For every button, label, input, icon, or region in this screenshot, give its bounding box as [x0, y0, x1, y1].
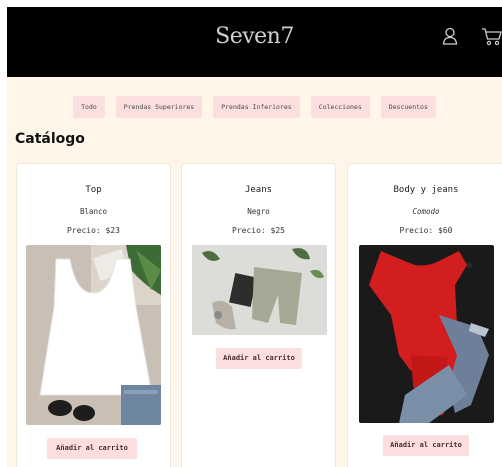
- user-icon[interactable]: [442, 27, 458, 49]
- product-name: Top: [85, 185, 102, 195]
- page-title: Catálogo: [15, 131, 85, 147]
- site-logo[interactable]: Seven7: [7, 24, 502, 49]
- add-to-cart-button[interactable]: Añadir al carrito: [383, 435, 469, 456]
- add-to-cart-button[interactable]: Añadir al carrito: [216, 348, 302, 369]
- product-card-jeans: Jeans Negro Precio: $25 Añadir al carrit…: [181, 163, 336, 467]
- product-image-jeans: [192, 245, 327, 335]
- product-name: Body y jeans: [393, 185, 459, 195]
- product-card-body-y-jeans: Body y jeans Comodo Precio: $60 Añadir a…: [347, 163, 502, 467]
- nav-item-prendas-superiores[interactable]: Prendas Superiores: [115, 96, 203, 118]
- site-header: Seven7: [7, 7, 502, 77]
- product-price: Precio: $23: [67, 226, 120, 235]
- product-color: Comodo: [412, 207, 440, 216]
- nav-item-colecciones[interactable]: Colecciones: [310, 96, 370, 118]
- product-name: Jeans: [244, 185, 273, 195]
- category-nav: Todo Prendas Superiores Prendas Inferior…: [7, 96, 502, 118]
- product-image-top: [26, 245, 161, 425]
- nav-item-todo[interactable]: Todo: [73, 96, 105, 118]
- product-image-body-y-jeans: [359, 245, 494, 423]
- product-price: Precio: $25: [232, 226, 285, 235]
- nav-item-prendas-inferiores[interactable]: Prendas Inferiores: [213, 96, 300, 118]
- nav-item-descuentos[interactable]: Descuentos: [380, 96, 436, 118]
- add-to-cart-button[interactable]: Añadir al carrito: [47, 438, 137, 459]
- product-color: Blanco: [79, 207, 108, 216]
- product-card-top: Top Blanco Precio: $23 Añadir al carrito: [16, 163, 171, 467]
- app-frame: Seven7 Todo Prendas Superiores Prendas I…: [7, 7, 502, 467]
- product-color: Negro: [247, 207, 270, 216]
- cart-icon[interactable]: [481, 27, 502, 51]
- product-price: Precio: $60: [399, 226, 453, 235]
